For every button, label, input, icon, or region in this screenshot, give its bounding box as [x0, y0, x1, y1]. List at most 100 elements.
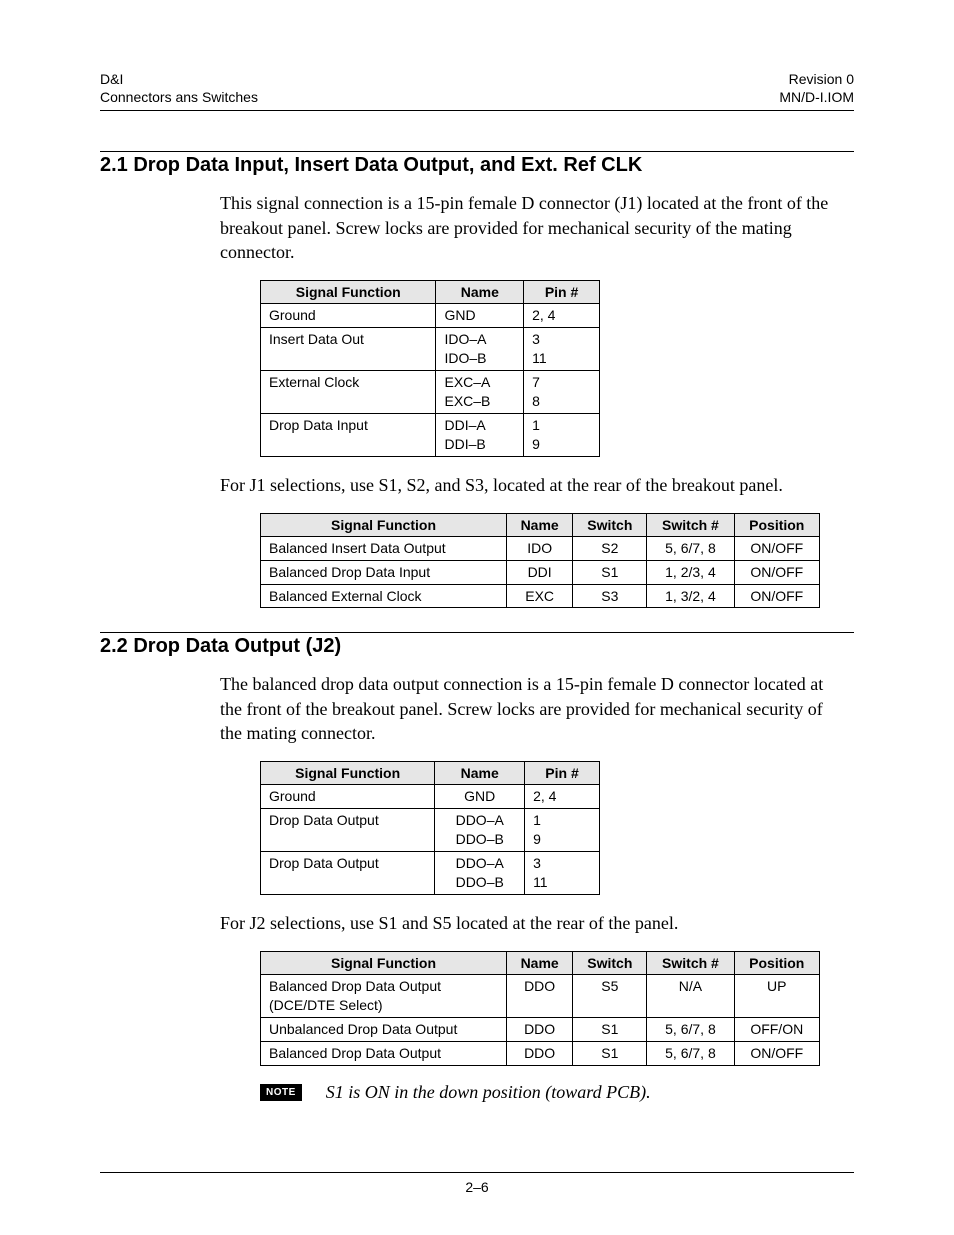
- th: Switch #: [647, 952, 734, 975]
- th: Position: [734, 513, 819, 536]
- header-right-2: MN/D-I.IOM: [779, 88, 854, 106]
- para-j1-mid: For J1 selections, use S1, S2, and S3, l…: [220, 473, 844, 497]
- table-cell: Drop Data Output: [261, 852, 435, 895]
- note-row: NOTE S1 is ON in the down position (towa…: [260, 1082, 844, 1103]
- table-row: Balanced Drop Data Output(DCE/DTE Select…: [261, 975, 820, 1018]
- para-2-2: The balanced drop data output connection…: [220, 672, 844, 745]
- table-cell: Ground: [261, 304, 436, 328]
- table-cell: ON/OFF: [734, 584, 819, 608]
- table-cell: S1: [573, 1041, 647, 1065]
- table-cell: EXC: [507, 584, 573, 608]
- table-cell: Balanced Drop Data Output: [261, 1041, 507, 1065]
- header-left-1: D&I: [100, 70, 123, 88]
- th: Position: [734, 952, 819, 975]
- th: Name: [507, 952, 573, 975]
- page-number: 2–6: [465, 1179, 488, 1195]
- tbody-j1-switches: Balanced Insert Data OutputIDOS25, 6/7, …: [261, 536, 820, 608]
- header-rule: [100, 110, 854, 111]
- table-cell: 311: [525, 852, 600, 895]
- table-row: Drop Data OutputDDO–ADDO–B311: [261, 852, 600, 895]
- table-cell: Drop Data Output: [261, 809, 435, 852]
- note-badge-icon: NOTE: [260, 1084, 302, 1101]
- table-row: Unbalanced Drop Data OutputDDOS15, 6/7, …: [261, 1017, 820, 1041]
- th: Signal Function: [261, 762, 435, 785]
- table-cell: 78: [524, 370, 600, 413]
- th: Name: [435, 762, 525, 785]
- table-cell: 2, 4: [525, 785, 600, 809]
- heading-2-1: 2.1 Drop Data Input, Insert Data Output,…: [100, 154, 854, 177]
- table-cell: 311: [524, 328, 600, 371]
- table-row: GroundGND2, 4: [261, 785, 600, 809]
- section-rule-2-2: [100, 632, 854, 633]
- para-2-1: This signal connection is a 15-pin femal…: [220, 191, 844, 264]
- table-cell: GND: [436, 304, 524, 328]
- note-text: S1 is ON in the down position (toward PC…: [326, 1082, 651, 1103]
- th: Pin #: [525, 762, 600, 785]
- table-cell: ON/OFF: [734, 560, 819, 584]
- table-cell: S1: [573, 1017, 647, 1041]
- table-cell: Balanced Drop Data Output(DCE/DTE Select…: [261, 975, 507, 1018]
- table-cell: Drop Data Input: [261, 413, 436, 456]
- table-cell: 5, 6/7, 8: [647, 536, 734, 560]
- page-header: D&I Revision 0 Connectors ans Switches M…: [100, 70, 854, 111]
- table-j1-pins: Signal Function Name Pin # GroundGND2, 4…: [260, 280, 600, 456]
- table-cell: 2, 4: [524, 304, 600, 328]
- table-row: GroundGND2, 4: [261, 304, 600, 328]
- th: Signal Function: [261, 513, 507, 536]
- table-cell: ON/OFF: [734, 536, 819, 560]
- tbody-j2-pins: GroundGND2, 4Drop Data OutputDDO–ADDO–B1…: [261, 785, 600, 894]
- table-cell: 5, 6/7, 8: [647, 1041, 734, 1065]
- table-cell: Balanced Insert Data Output: [261, 536, 507, 560]
- table-row: Insert Data OutIDO–AIDO–B311: [261, 328, 600, 371]
- table-j1-switches: Signal Function Name Switch Switch # Pos…: [260, 513, 820, 609]
- section-rule-2-1: [100, 151, 854, 152]
- table-cell: 1, 2/3, 4: [647, 560, 734, 584]
- table-row: Balanced Insert Data OutputIDOS25, 6/7, …: [261, 536, 820, 560]
- table-cell: Ground: [261, 785, 435, 809]
- table-cell: 19: [525, 809, 600, 852]
- table-cell: DDO–ADDO–B: [435, 852, 525, 895]
- table-cell: IDO–AIDO–B: [436, 328, 524, 371]
- header-left-2: Connectors ans Switches: [100, 88, 258, 106]
- th: Pin #: [524, 281, 600, 304]
- table-cell: Unbalanced Drop Data Output: [261, 1017, 507, 1041]
- table-j2-switches: Signal Function Name Switch Switch # Pos…: [260, 951, 820, 1066]
- table-cell: DDI–ADDI–B: [436, 413, 524, 456]
- th: Switch: [573, 952, 647, 975]
- table-row: Drop Data InputDDI–ADDI–B19: [261, 413, 600, 456]
- th: Signal Function: [261, 281, 436, 304]
- table-cell: N/A: [647, 975, 734, 1018]
- table-cell: Insert Data Out: [261, 328, 436, 371]
- th: Switch: [573, 513, 647, 536]
- tbody-j2-switches: Balanced Drop Data Output(DCE/DTE Select…: [261, 975, 820, 1066]
- table-row: Balanced Drop Data OutputDDOS15, 6/7, 8O…: [261, 1041, 820, 1065]
- table-row: External ClockEXC–AEXC–B78: [261, 370, 600, 413]
- heading-2-2: 2.2 Drop Data Output (J2): [100, 635, 854, 658]
- table-cell: 19: [524, 413, 600, 456]
- table-cell: External Clock: [261, 370, 436, 413]
- table-row: Balanced External ClockEXCS31, 3/2, 4ON/…: [261, 584, 820, 608]
- table-cell: DDO: [507, 1041, 573, 1065]
- table-row: Balanced Drop Data InputDDIS11, 2/3, 4ON…: [261, 560, 820, 584]
- tbody-j1-pins: GroundGND2, 4Insert Data OutIDO–AIDO–B31…: [261, 304, 600, 456]
- table-cell: UP: [734, 975, 819, 1018]
- table-cell: OFF/ON: [734, 1017, 819, 1041]
- table-cell: Balanced External Clock: [261, 584, 507, 608]
- table-cell: S1: [573, 560, 647, 584]
- th: Name: [436, 281, 524, 304]
- page-footer: 2–6: [0, 1172, 954, 1195]
- table-cell: Balanced Drop Data Input: [261, 560, 507, 584]
- table-cell: DDO: [507, 1017, 573, 1041]
- table-cell: DDO–ADDO–B: [435, 809, 525, 852]
- table-row: Drop Data OutputDDO–ADDO–B19: [261, 809, 600, 852]
- table-cell: DDI: [507, 560, 573, 584]
- th: Name: [507, 513, 573, 536]
- table-cell: IDO: [507, 536, 573, 560]
- table-cell: GND: [435, 785, 525, 809]
- para-j2-mid: For J2 selections, use S1 and S5 located…: [220, 911, 844, 935]
- table-cell: DDO: [507, 975, 573, 1018]
- table-cell: 1, 3/2, 4: [647, 584, 734, 608]
- table-cell: EXC–AEXC–B: [436, 370, 524, 413]
- table-j2-pins: Signal Function Name Pin # GroundGND2, 4…: [260, 761, 600, 894]
- table-cell: S2: [573, 536, 647, 560]
